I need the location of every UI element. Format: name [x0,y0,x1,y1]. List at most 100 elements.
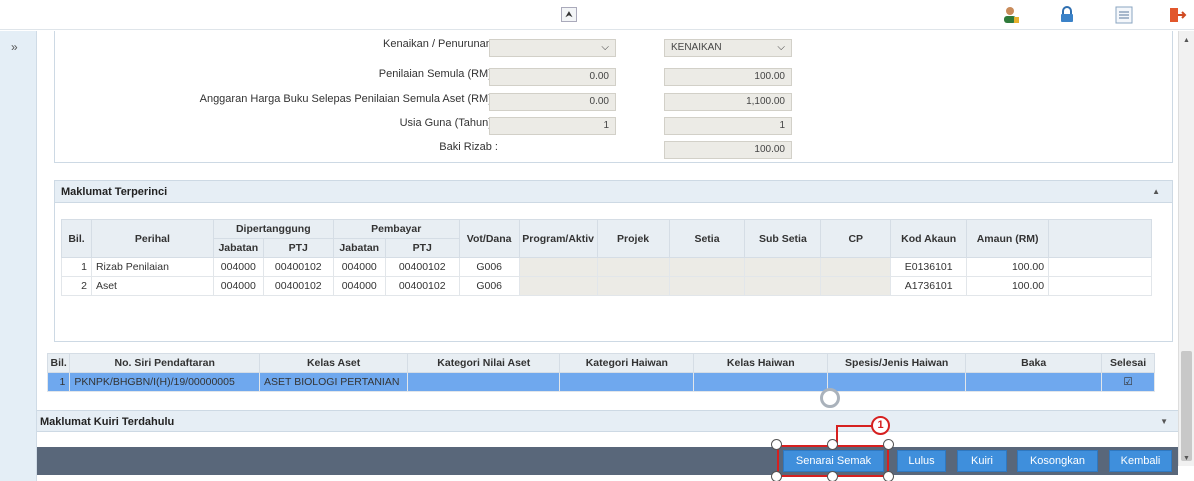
list-view-icon[interactable] [1114,5,1134,25]
cell-amaun: 100.00 [966,276,1050,296]
penilaian-label: Penilaian Semula (RM) : [378,68,498,80]
annotation-connector [836,425,872,427]
expand-icon[interactable]: ▼ [1160,411,1168,433]
anggaran-left-field[interactable]: 0.00 [489,93,616,111]
main-content: Kenaikan / Penurunan : ⌵ KENAIKAN ⌵ Peni… [37,31,1178,481]
col-setia: Setia [668,219,746,258]
usia-right-field[interactable]: 1 [664,117,792,135]
kenaikan-label: Kenaikan / Penurunan : [383,38,498,50]
resize-handle[interactable] [771,439,782,450]
cell-projek [596,276,670,296]
registration-table: Bil. No. Siri Pendaftaran Kelas Aset Kat… [46,353,1155,392]
penilaian-left-field[interactable]: 0.00 [489,68,616,86]
kenaikan-select-right[interactable]: KENAIKAN ⌵ [664,39,792,57]
cell-jabatan: 004000 [332,257,386,277]
resize-handle[interactable] [827,439,838,450]
col-subsetia: Sub Setia [744,219,822,258]
cell-kod-akaun: E0136101 [890,257,968,277]
cell-ptj: 00400102 [384,276,460,296]
col-kategori-haiwan: Kategori Haiwan [559,353,695,373]
col-cp: CP [820,219,892,258]
cell-setia [668,276,746,296]
cell-kategori-haiwan [559,372,695,392]
vertical-scrollbar[interactable]: ▲ ▼ [1178,31,1194,466]
lock-icon[interactable] [1057,5,1077,25]
table-row[interactable]: 1 PKNPK/BHGBN/I(H)/19/00000005 ASET BIOL… [46,372,1155,392]
anggaran-right-field[interactable]: 1,100.00 [664,93,792,111]
rotate-handle-icon[interactable] [820,388,840,408]
detail-panel-title: Maklumat Terperinci [61,186,168,198]
cell-cp [820,276,892,296]
col-no-siri: No. Siri Pendaftaran [69,353,261,373]
scrollbar-thumb[interactable] [1181,351,1192,461]
col-perihal: Perihal [90,219,214,258]
cell-spesis [827,372,967,392]
cell-ptj: 00400102 [384,257,460,277]
cell-vot: G006 [458,276,520,296]
cell-setia [668,257,746,277]
cell-perihal: Rizab Penilaian [90,257,214,277]
col-dipertanggung: Dipertanggung [212,219,334,239]
baki-right-field[interactable]: 100.00 [664,141,792,159]
step-badge: 1 [871,416,890,435]
cell-no-siri: PKNPK/BHGBN/I(H)/19/00000005 [69,372,261,392]
collapse-header-button[interactable]: ⮝ [561,7,577,22]
logout-icon[interactable] [1167,5,1187,25]
cell-ptj: 00400102 [262,276,334,296]
cell-perihal: Aset [90,276,214,296]
top-toolbar: ⮝ [0,0,1194,30]
kosongkan-button[interactable]: Kosongkan [1017,450,1098,472]
action-bar: Senarai Semak Lulus Kuiri Kosongkan Kemb… [37,447,1178,475]
kembali-button[interactable]: Kembali [1109,450,1172,472]
kuiri-button[interactable]: Kuiri [957,450,1007,472]
cell-kelas-aset: ASET BIOLOGI PERTANIAN [259,372,409,392]
cell-jabatan: 004000 [212,276,264,296]
scroll-down-icon[interactable]: ▼ [1183,455,1190,462]
col-kelas-aset: Kelas Aset [259,353,409,373]
col-amaun: Amaun (RM) [966,219,1050,258]
penilaian-right-field[interactable]: 100.00 [664,68,792,86]
usia-label: Usia Guna (Tahun) : [399,117,498,129]
col-program: Program/Aktiv [518,219,598,258]
detail-panel-header[interactable]: Maklumat Terperinci ▲ [55,181,1172,203]
selesai-checkbox[interactable]: ☑ [1101,372,1155,392]
col-kategori-nilai: Kategori Nilai Aset [407,353,561,373]
resize-handle[interactable] [883,471,894,481]
kuiri-panel-header[interactable]: Maklumat Kuiri Terdahulu ▼ [37,410,1178,432]
user-profile-icon[interactable] [1001,5,1021,25]
cell-spacer [1048,257,1152,277]
kenaikan-select-left[interactable]: ⌵ [489,39,616,57]
cell-subsetia [744,257,822,277]
collapse-icon[interactable]: ▲ [1152,181,1160,203]
expand-sidebar-icon[interactable]: » [11,40,18,54]
col-baka: Baka [965,353,1103,373]
col-bil: Bil. [61,219,92,258]
cell-bil: 1 [61,257,92,277]
cell-kelas-haiwan [693,372,829,392]
col-jabatan: Jabatan [212,238,264,258]
cell-kod-akaun: A1736101 [890,276,968,296]
col-spacer [1048,219,1152,258]
col-ptj: PTJ [262,238,334,258]
col-spesis: Spesis/Jenis Haiwan [827,353,967,373]
revaluation-form-panel: Kenaikan / Penurunan : ⌵ KENAIKAN ⌵ Peni… [54,31,1173,163]
baki-label: Baki Rizab : [439,141,498,153]
cell-vot: G006 [458,257,520,277]
resize-handle[interactable] [827,471,838,481]
anggaran-label: Anggaran Harga Buku Selepas Penilaian Se… [199,93,498,105]
resize-handle[interactable] [883,439,894,450]
cell-program [518,276,598,296]
scroll-up-icon[interactable]: ▲ [1183,37,1190,44]
col-selesai: Selesai [1101,353,1155,373]
resize-handle[interactable] [771,471,782,481]
col-projek: Projek [596,219,670,258]
table-row[interactable]: 2 Aset 004000 00400102 004000 00400102 G… [61,276,1152,296]
col-kod-akaun: Kod Akaun [890,219,968,258]
kenaikan-right-value: KENAIKAN [671,42,722,53]
cell-kategori-nilai [407,372,561,392]
cell-bil: 1 [46,372,71,392]
lulus-button[interactable]: Lulus [897,450,946,472]
usia-left-field[interactable]: 1 [489,117,616,135]
left-sidebar: » [0,31,37,481]
table-row[interactable]: 1 Rizab Penilaian 004000 00400102 004000… [61,257,1152,277]
